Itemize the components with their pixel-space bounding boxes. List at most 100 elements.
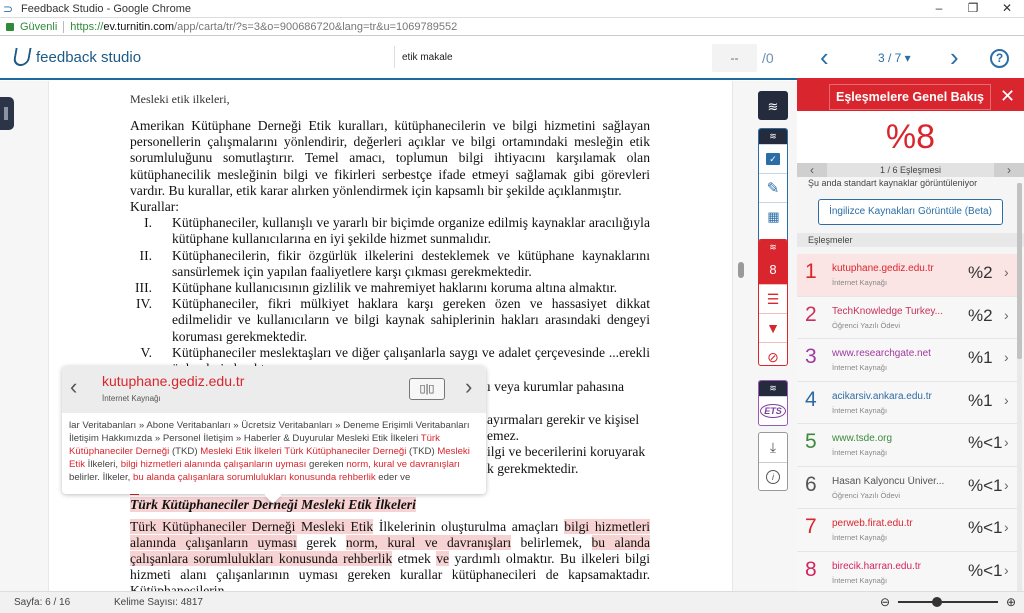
grid-icon: ▦: [767, 209, 779, 224]
match-source-type: İnternet Kaynağı: [832, 448, 888, 457]
matched-text[interactable]: Türk Kütüphaneciler Derneği Mesleki Etik: [130, 518, 374, 534]
rule-text: Kütüphane kullanıcısının gizlilik ve mah…: [172, 280, 618, 296]
match-row[interactable]: 1 kutuphane.gediz.edu.tr İnternet Kaynağı%…: [797, 254, 1017, 297]
match-source: TechKnowledge Turkey...: [832, 305, 943, 317]
match-number: 1: [805, 260, 817, 283]
match-source-type: İnternet Kaynağı: [832, 533, 888, 542]
document-title: etik makale: [402, 52, 453, 63]
match-number: 6: [805, 472, 817, 496]
match-row[interactable]: 6 Hasan Kalyoncu Üniver... Öğrenci Yazılı …: [797, 466, 1017, 509]
brand[interactable]: feedback studio: [12, 48, 141, 66]
match-percentage: %2: [968, 263, 993, 282]
rules-list: I. Kütüphaneciler, kullanışlı ve yararlı …: [130, 215, 650, 377]
popup-prev-button[interactable]: ‹: [70, 374, 77, 400]
restore-button[interactable]: ❐: [956, 0, 990, 17]
highlighted-paragraph: Türk Kütüphaneciler Derneği Mesleki Etik…: [130, 518, 650, 591]
download-button[interactable]: ⤓: [759, 433, 787, 462]
prev-match-button[interactable]: ‹: [797, 163, 827, 177]
next-paper-button[interactable]: ›: [950, 44, 959, 70]
match-source-type: İnternet Kaynağı: [832, 405, 888, 415]
popup-source[interactable]: kutuphane.gediz.edu.tr: [102, 373, 244, 389]
window-controls: – ❐ ✕: [922, 0, 1024, 17]
rule-number: IV.: [136, 296, 152, 312]
quickmark-button[interactable]: ✓: [759, 144, 787, 173]
zoom-in-icon[interactable]: ⊕: [1004, 595, 1018, 609]
lock-icon: [6, 22, 14, 31]
match-percentage: %<1: [968, 560, 1003, 580]
zoom-control: ⊖ ⊕: [878, 595, 1018, 609]
text-fragment: ilgi ve becerilerini koruyarak: [487, 444, 646, 459]
match-percentage: %1: [968, 348, 993, 367]
next-match-button[interactable]: ›: [994, 163, 1024, 177]
rubric-button[interactable]: ▦: [759, 202, 787, 231]
match-row[interactable]: 8 birecik.harran.edu.tr İnternet Kaynağı %<…: [797, 551, 1017, 594]
match-source: acikarsiv.ankara.edu.tr: [832, 390, 932, 402]
matched-text[interactable]: ve: [436, 551, 450, 567]
match-row[interactable]: 4 acikarsiv.ankara.edu.tr İnternet Kaynağı…: [797, 381, 1017, 424]
chevron-right-icon: ›: [950, 42, 959, 72]
prev-paper-button[interactable]: ‹: [820, 44, 829, 70]
url-host: ev.turnitin.com: [103, 20, 175, 33]
window-title: Feedback Studio - Google Chrome: [21, 2, 191, 15]
grading-layer-icon: ≋: [759, 129, 787, 144]
filter-icon: ▼: [766, 320, 780, 336]
minimize-button[interactable]: –: [922, 0, 956, 17]
english-sources-button[interactable]: İngilizce Kaynakları Görüntüle (Beta): [818, 199, 1003, 225]
exclude-button[interactable]: ⊘: [759, 342, 787, 365]
match-number: 7: [805, 515, 817, 538]
url-path: /app/carta/tr/?s=3&o=900686720&lang=tr&u…: [174, 20, 458, 33]
etsr-tool-group: ≋ ETS: [758, 380, 788, 426]
rule-text: Kütüphaneciler, fikri mülkiyet haklara k…: [172, 296, 650, 344]
close-panel-button[interactable]: ✕: [1000, 84, 1015, 108]
match-number: 2: [805, 302, 817, 326]
rule-item: III. Kütüphane kullanıcısının gizlilik ve…: [130, 280, 650, 296]
address-separator: [63, 20, 65, 33]
panel-scrollbar[interactable]: [1017, 183, 1022, 591]
info-button[interactable]: i: [759, 462, 787, 490]
chevron-right-icon: ›: [1004, 434, 1009, 450]
page-indicator: Sayfa: 6 / 16: [14, 597, 71, 608]
zoom-slider[interactable]: [898, 597, 998, 607]
feedback-summary-button[interactable]: ✎: [759, 173, 787, 202]
sources-list-icon: ☰: [766, 290, 780, 307]
address-bar[interactable]: Güvenli https:// ev.turnitin.com /app/ca…: [0, 17, 1024, 36]
popup-snippet: lar Veritabanları » Abone Veritabanları …: [62, 413, 486, 484]
match-source-type: Öğrenci Yazılı Ödevi: [832, 490, 901, 500]
paper-pager-dropdown[interactable]: 3 / 7 ▾: [878, 51, 911, 65]
url-scheme: https://: [70, 20, 104, 33]
filter-button[interactable]: ▼: [759, 313, 787, 342]
compare-view-button[interactable]: ▯|▯: [409, 378, 445, 400]
match-row[interactable]: 5 www.tsde.org İnternet Kaynağı %<1 ›: [797, 424, 1017, 467]
match-source: birecik.harran.edu.tr: [832, 560, 921, 572]
chevron-right-icon: ›: [1004, 391, 1009, 408]
zoom-out-icon[interactable]: ⊖: [878, 595, 892, 609]
match-percentage: %2: [968, 305, 993, 325]
left-drawer-toggle[interactable]: [0, 97, 14, 130]
match-percentage: %<1: [968, 518, 1003, 537]
snippet-match: norm, kural ve davranışları: [346, 459, 460, 470]
match-source: perweb.firat.edu.tr: [832, 518, 913, 529]
zoom-slider-handle[interactable]: [932, 597, 943, 607]
help-icon[interactable]: ?: [990, 49, 1009, 68]
match-row[interactable]: 2 TechKnowledge Turkey... Öğrenci Yazılı Ö…: [797, 296, 1017, 339]
ets-button[interactable]: ETS: [759, 396, 787, 425]
all-sources-button[interactable]: ☰: [759, 284, 787, 313]
layers-icon: ≋: [767, 98, 779, 114]
page-input[interactable]: --: [712, 44, 757, 72]
popup-next-button[interactable]: ›: [465, 374, 472, 400]
close-window-button[interactable]: ✕: [990, 0, 1024, 17]
document-scrollbar[interactable]: [738, 262, 744, 278]
rule-number: III.: [135, 280, 152, 296]
text-segment: İlkelerinin oluşturulma amaçları: [373, 518, 565, 534]
matched-text[interactable]: norm, kural ve davranışları: [345, 534, 512, 550]
similarity-score-button[interactable]: 8: [759, 255, 787, 284]
snippet-match: Mesleki Etik İlkeleri Türk Kütüphanecile…: [200, 446, 407, 457]
match-row[interactable]: 7 perweb.firat.edu.tr İnternet Kaynağı %<1 ›: [797, 509, 1017, 552]
match-row[interactable]: 3 www.researchgate.net İnternet Kaynağı %1 ›: [797, 339, 1017, 382]
panel-scroll-thumb[interactable]: [1017, 183, 1022, 359]
compare-icon: ▯|▯: [419, 383, 435, 395]
drawer-handle-icon: [4, 107, 8, 120]
ets-icon: ETS: [760, 404, 786, 418]
english-sources-row: İngilizce Kaynakları Görüntüle (Beta): [797, 191, 1024, 233]
layers-button[interactable]: ≋: [758, 91, 788, 120]
